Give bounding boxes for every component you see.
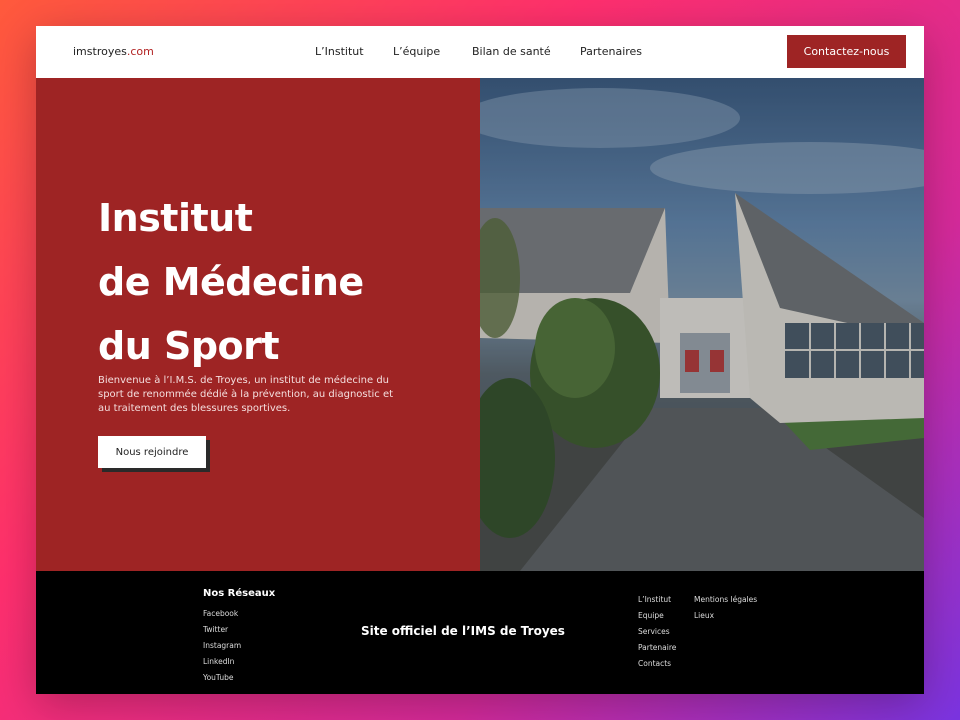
social-links: Facebook Twitter Instagram LinkedIn YouT… — [203, 606, 241, 686]
nav-institut[interactable]: L’Institut — [315, 45, 364, 58]
social-link-twitter[interactable]: Twitter — [203, 622, 241, 638]
hero-description: Bienvenue à l’I.M.S. de Troyes, un insti… — [98, 375, 394, 414]
social-link-instagram[interactable]: Instagram — [203, 638, 241, 654]
footer-link-equipe[interactable]: Equipe — [638, 608, 676, 624]
footer-link-lieux[interactable]: Lieux — [694, 608, 757, 624]
footer-links-secondary: Mentions légales Lieux — [694, 592, 757, 624]
social-link-linkedin[interactable]: LinkedIn — [203, 654, 241, 670]
footer-link-contacts[interactable]: Contacts — [638, 656, 676, 672]
site-header: imstroyes.com L’Institut L’équipe Bilan … — [36, 26, 924, 78]
hero-title-line-2: de Médecine — [98, 260, 364, 304]
photo-overlay — [480, 78, 924, 571]
hero-building-photo — [480, 78, 924, 571]
footer-links-primary: L’Institut Equipe Services Partenaire Co… — [638, 592, 676, 672]
site-footer: Nos Réseaux Facebook Twitter Instagram L… — [36, 571, 924, 694]
footer-link-partenaire[interactable]: Partenaire — [638, 640, 676, 656]
hero-title-line-3: du Sport — [98, 324, 280, 368]
social-link-facebook[interactable]: Facebook — [203, 606, 241, 622]
contact-button[interactable]: Contactez-nous — [787, 35, 906, 68]
nav-bilan-de-sante[interactable]: Bilan de santé — [472, 45, 551, 58]
official-site-text: Site officiel de l’IMS de Troyes — [361, 624, 565, 638]
nav-equipe[interactable]: L’équipe — [393, 45, 440, 58]
footer-link-services[interactable]: Services — [638, 624, 676, 640]
footer-link-mentions-legales[interactable]: Mentions légales — [694, 592, 757, 608]
social-link-youtube[interactable]: YouTube — [203, 670, 241, 686]
nav-partenaires[interactable]: Partenaires — [580, 45, 642, 58]
hero-title-line-1: Institut — [98, 196, 253, 240]
hero-title: Institut de Médecine du Sport — [98, 186, 364, 378]
hero-panel: Institut de Médecine du Sport Bienvenue … — [36, 78, 480, 571]
browser-window: imstroyes.com L’Institut L’équipe Bilan … — [36, 26, 924, 694]
join-button[interactable]: Nous rejoindre — [98, 436, 206, 468]
footer-link-institut[interactable]: L’Institut — [638, 592, 676, 608]
networks-heading: Nos Réseaux — [203, 588, 276, 599]
